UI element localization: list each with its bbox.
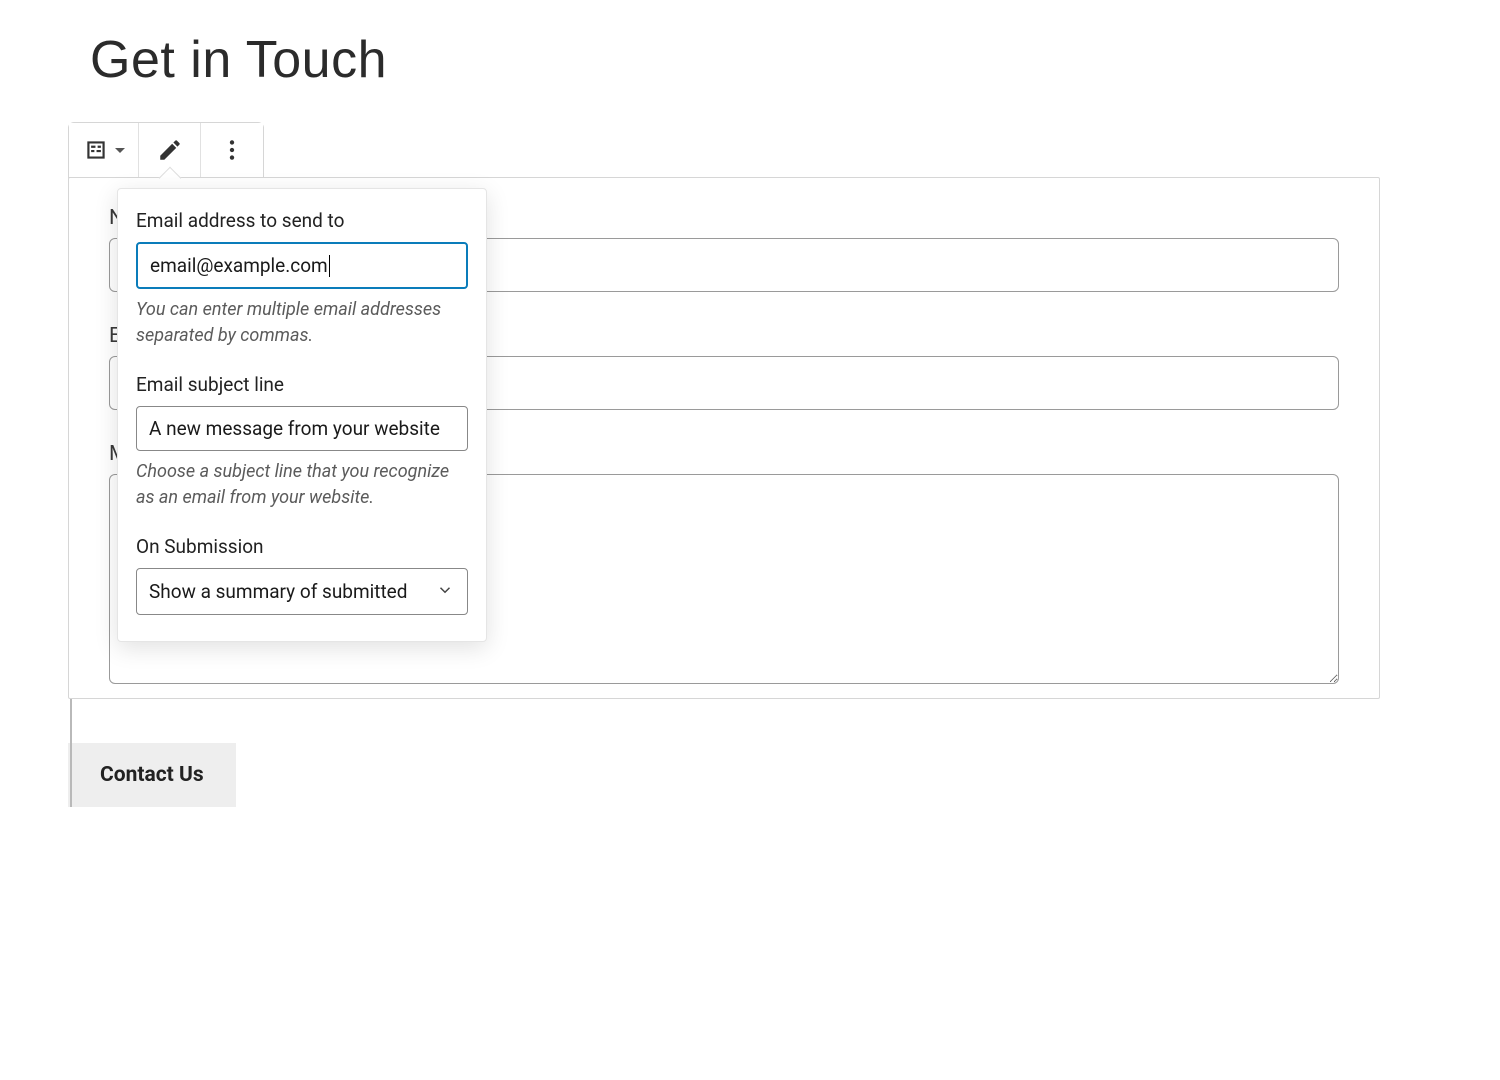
on-submission-select[interactable]: Show a summary of submitted	[136, 568, 468, 615]
on-submission-label: On Submission	[136, 535, 468, 558]
submit-button[interactable]: Contact Us	[68, 743, 236, 807]
block-type-button[interactable]	[69, 123, 139, 177]
more-vertical-icon	[219, 137, 245, 163]
page-title: Get in Touch	[90, 30, 1440, 90]
email-to-value: email@example.com	[150, 254, 328, 277]
form-block[interactable]: Email address to send to email@example.c…	[68, 177, 1380, 699]
pencil-icon	[157, 137, 183, 163]
block-toolbar	[68, 122, 264, 178]
on-submission-group: On Submission Show a summary of submitte…	[136, 535, 468, 615]
more-options-button[interactable]	[201, 123, 263, 177]
chevron-down-icon	[115, 148, 125, 153]
subject-label: Email subject line	[136, 373, 468, 396]
email-to-input[interactable]: email@example.com	[136, 242, 468, 289]
email-to-label: Email address to send to	[136, 209, 468, 232]
subject-input[interactable]	[136, 406, 468, 451]
subject-group: Email subject line Choose a subject line…	[136, 373, 468, 511]
email-to-help: You can enter multiple email addresses s…	[136, 297, 468, 349]
email-to-group: Email address to send to email@example.c…	[136, 209, 468, 349]
text-caret	[329, 255, 330, 277]
form-settings-popover: Email address to send to email@example.c…	[117, 188, 487, 642]
edit-button[interactable]	[139, 123, 201, 177]
subject-help: Choose a subject line that you recognize…	[136, 459, 468, 511]
form-icon	[83, 137, 109, 163]
